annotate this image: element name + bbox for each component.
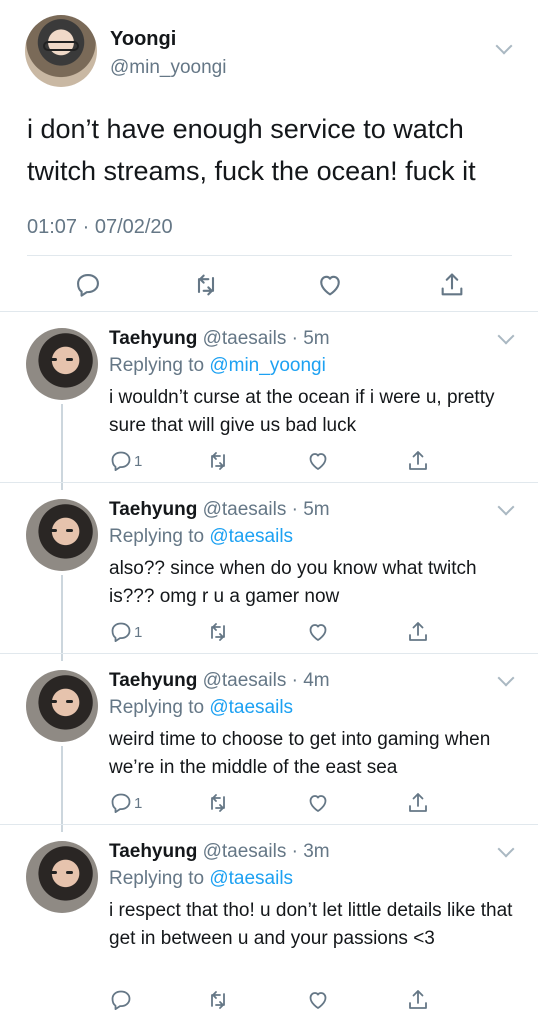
reply-icon[interactable] [109, 449, 133, 473]
avatar[interactable] [25, 15, 97, 87]
thread-line [61, 746, 63, 832]
reply-count: 1 [134, 795, 143, 812]
reply-text: i wouldn’t curse at the ocean if i were … [109, 387, 495, 436]
replying-label: Replying to [109, 526, 205, 547]
avatar[interactable] [26, 499, 98, 571]
like-icon[interactable] [306, 449, 330, 473]
chevron-down-icon[interactable] [497, 840, 515, 858]
share-icon[interactable] [406, 620, 430, 644]
avatar[interactable] [26, 841, 98, 913]
mention-link[interactable]: @min_yoongi [209, 355, 325, 376]
replying-to: Replying to @taesails [109, 868, 293, 890]
reply-actions: 1 [0, 791, 538, 817]
reply-actions: 1 [0, 620, 538, 646]
reply-actions: 1 [0, 449, 538, 475]
reply-tweet: Taehyung @taesails · 5m Replying to @tae… [0, 483, 538, 661]
reply-tweet: Taehyung @taesails · 5m Replying to @min… [0, 312, 538, 490]
share-icon[interactable] [406, 449, 430, 473]
like-icon[interactable] [306, 620, 330, 644]
reply-header: Taehyung @taesails · 3m [109, 841, 330, 863]
reply-header: Taehyung @taesails · 4m [109, 670, 330, 692]
replying-label: Replying to [109, 355, 205, 376]
handle-time[interactable]: @taesails · 4m [203, 670, 330, 691]
replying-to: Replying to @min_yoongi [109, 355, 326, 377]
replying-to: Replying to @taesails [109, 697, 293, 719]
tweet-timestamp: 01:07 · 07/02/20 [27, 216, 173, 238]
reply-icon[interactable] [74, 271, 102, 299]
reply-tweet: Taehyung @taesails · 4m Replying to @tae… [0, 654, 538, 832]
reply-icon[interactable] [109, 620, 133, 644]
mention-link[interactable]: @taesails [209, 526, 293, 547]
chevron-down-icon[interactable] [497, 327, 515, 345]
thread-line [61, 575, 63, 661]
reply-count: 1 [134, 453, 143, 470]
mention-link[interactable]: @taesails [209, 868, 293, 889]
reply-text: i respect that tho! u don’t let little d… [109, 900, 513, 949]
like-icon[interactable] [306, 791, 330, 815]
reply-count: 1 [134, 624, 143, 641]
reply-text: also?? since when do you know what twitc… [109, 558, 477, 607]
reply-tweet: Taehyung @taesails · 3m Replying to @tae… [0, 825, 538, 1023]
author-name[interactable]: Taehyung [109, 841, 197, 862]
author-name[interactable]: Taehyung [109, 670, 197, 691]
reply-header: Taehyung @taesails · 5m [109, 328, 330, 350]
thread-line [61, 404, 63, 490]
handle-time[interactable]: @taesails · 5m [203, 499, 330, 520]
author-name[interactable]: Taehyung [109, 499, 197, 520]
handle-time[interactable]: @taesails · 5m [203, 328, 330, 349]
mention-link[interactable]: @taesails [209, 697, 293, 718]
avatar[interactable] [26, 328, 98, 400]
reply-actions [0, 988, 538, 1014]
retweet-icon[interactable] [192, 271, 220, 299]
avatar-glasses [43, 41, 79, 51]
like-icon[interactable] [306, 988, 330, 1012]
chevron-down-icon[interactable] [497, 498, 515, 516]
retweet-icon[interactable] [206, 988, 230, 1012]
replying-label: Replying to [109, 697, 205, 718]
share-icon[interactable] [406, 791, 430, 815]
replying-label: Replying to [109, 868, 205, 889]
handle-time[interactable]: @taesails · 3m [203, 841, 330, 862]
retweet-icon[interactable] [206, 791, 230, 815]
share-icon[interactable] [406, 988, 430, 1012]
reply-header: Taehyung @taesails · 5m [109, 499, 330, 521]
chevron-down-icon[interactable] [497, 669, 515, 687]
avatar[interactable] [26, 670, 98, 742]
share-icon[interactable] [438, 271, 466, 299]
author-name[interactable]: Taehyung [109, 328, 197, 349]
retweet-icon[interactable] [206, 449, 230, 473]
divider [27, 255, 512, 256]
author-name[interactable]: Yoongi [110, 28, 176, 51]
chevron-down-icon[interactable] [495, 37, 513, 55]
author-handle[interactable]: @min_yoongi [110, 57, 226, 79]
retweet-icon[interactable] [206, 620, 230, 644]
reply-text: weird time to choose to get into gaming … [109, 729, 491, 778]
reply-icon[interactable] [109, 988, 133, 1012]
replying-to: Replying to @taesails [109, 526, 293, 548]
main-tweet: Yoongi @min_yoongi i don’t have enough s… [0, 0, 538, 312]
like-icon[interactable] [316, 271, 344, 299]
tweet-actions [0, 271, 538, 301]
reply-icon[interactable] [109, 791, 133, 815]
tweet-text: i don’t have enough service to watch twi… [27, 114, 476, 186]
